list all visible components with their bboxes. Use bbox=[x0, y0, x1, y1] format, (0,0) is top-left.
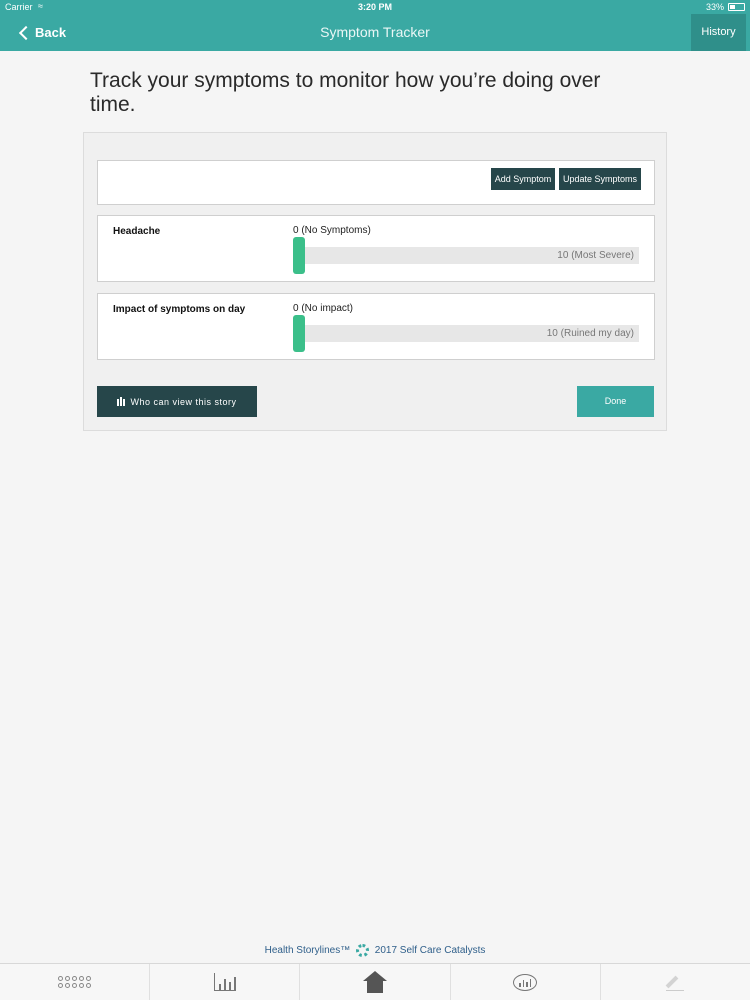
copyright-text: 2017 Self Care Catalysts bbox=[374, 945, 486, 957]
severity-slider-track[interactable]: 10 (Most Severe) bbox=[294, 247, 639, 264]
tab-bar bbox=[0, 963, 750, 1000]
home-icon bbox=[363, 971, 387, 993]
back-button[interactable]: Back bbox=[18, 14, 66, 51]
update-symptoms-button[interactable]: Update Symptoms bbox=[559, 168, 641, 190]
chat-insights-icon bbox=[513, 973, 538, 991]
gear-logo-icon bbox=[355, 944, 369, 957]
tab-edit[interactable] bbox=[601, 964, 750, 1000]
symptom-name: Impact of symptoms on day bbox=[113, 304, 246, 315]
symptom-tracker-card: Add Symptom Update Symptoms Headache 0 (… bbox=[83, 132, 667, 431]
impact-slider-track[interactable]: 10 (Ruined my day) bbox=[294, 325, 639, 342]
tab-home[interactable] bbox=[300, 964, 451, 1000]
tab-apps[interactable] bbox=[0, 964, 151, 1000]
slider-min-label: 0 (No Symptoms) bbox=[293, 225, 371, 236]
slider-max-label: 10 (Ruined my day) bbox=[546, 328, 634, 339]
status-bar: Carrier ≈ 3:20 PM 33% bbox=[0, 0, 750, 14]
battery-icon bbox=[728, 3, 745, 11]
slider-max-label: 10 (Most Severe) bbox=[557, 250, 634, 261]
status-time: 3:20 PM bbox=[357, 2, 392, 12]
symptom-name: Headache bbox=[113, 226, 161, 237]
symptom-row-impact: Impact of symptoms on day 0 (No impact) … bbox=[97, 293, 655, 360]
who-can-view-label: Who can view this story bbox=[130, 396, 237, 407]
history-button[interactable]: History bbox=[691, 14, 746, 51]
tab-charts[interactable] bbox=[150, 964, 301, 1000]
symptom-toolbar: Add Symptom Update Symptoms bbox=[97, 160, 655, 205]
chart-icon bbox=[213, 973, 236, 991]
navigation-bar: Symptom Tracker Back History bbox=[0, 14, 750, 51]
back-label: Back bbox=[35, 25, 67, 40]
impact-slider-thumb[interactable] bbox=[293, 315, 305, 352]
symptom-row-headache: Headache 0 (No Symptoms) 10 (Most Severe… bbox=[97, 215, 655, 282]
intro-heading: Track your symptoms to monitor how you’r… bbox=[90, 69, 601, 116]
apps-grid-icon bbox=[58, 976, 92, 988]
severity-slider-thumb[interactable] bbox=[293, 237, 305, 274]
brand-name: Health Storylines™ bbox=[264, 945, 351, 957]
battery-percent: 33% bbox=[705, 2, 724, 12]
who-can-view-button[interactable]: Who can view this story bbox=[97, 386, 257, 417]
tab-insights[interactable] bbox=[451, 964, 601, 1000]
edit-icon bbox=[666, 973, 685, 991]
add-symptom-button[interactable]: Add Symptom bbox=[491, 168, 555, 190]
chevron-left-icon bbox=[18, 25, 34, 40]
slider-min-label: 0 (No impact) bbox=[293, 303, 354, 314]
page-title: Symptom Tracker bbox=[320, 24, 430, 40]
people-icon bbox=[117, 397, 126, 406]
done-button[interactable]: Done bbox=[577, 386, 654, 417]
footer-credit: Health Storylines™ 2017 Self Care Cataly… bbox=[0, 944, 750, 957]
